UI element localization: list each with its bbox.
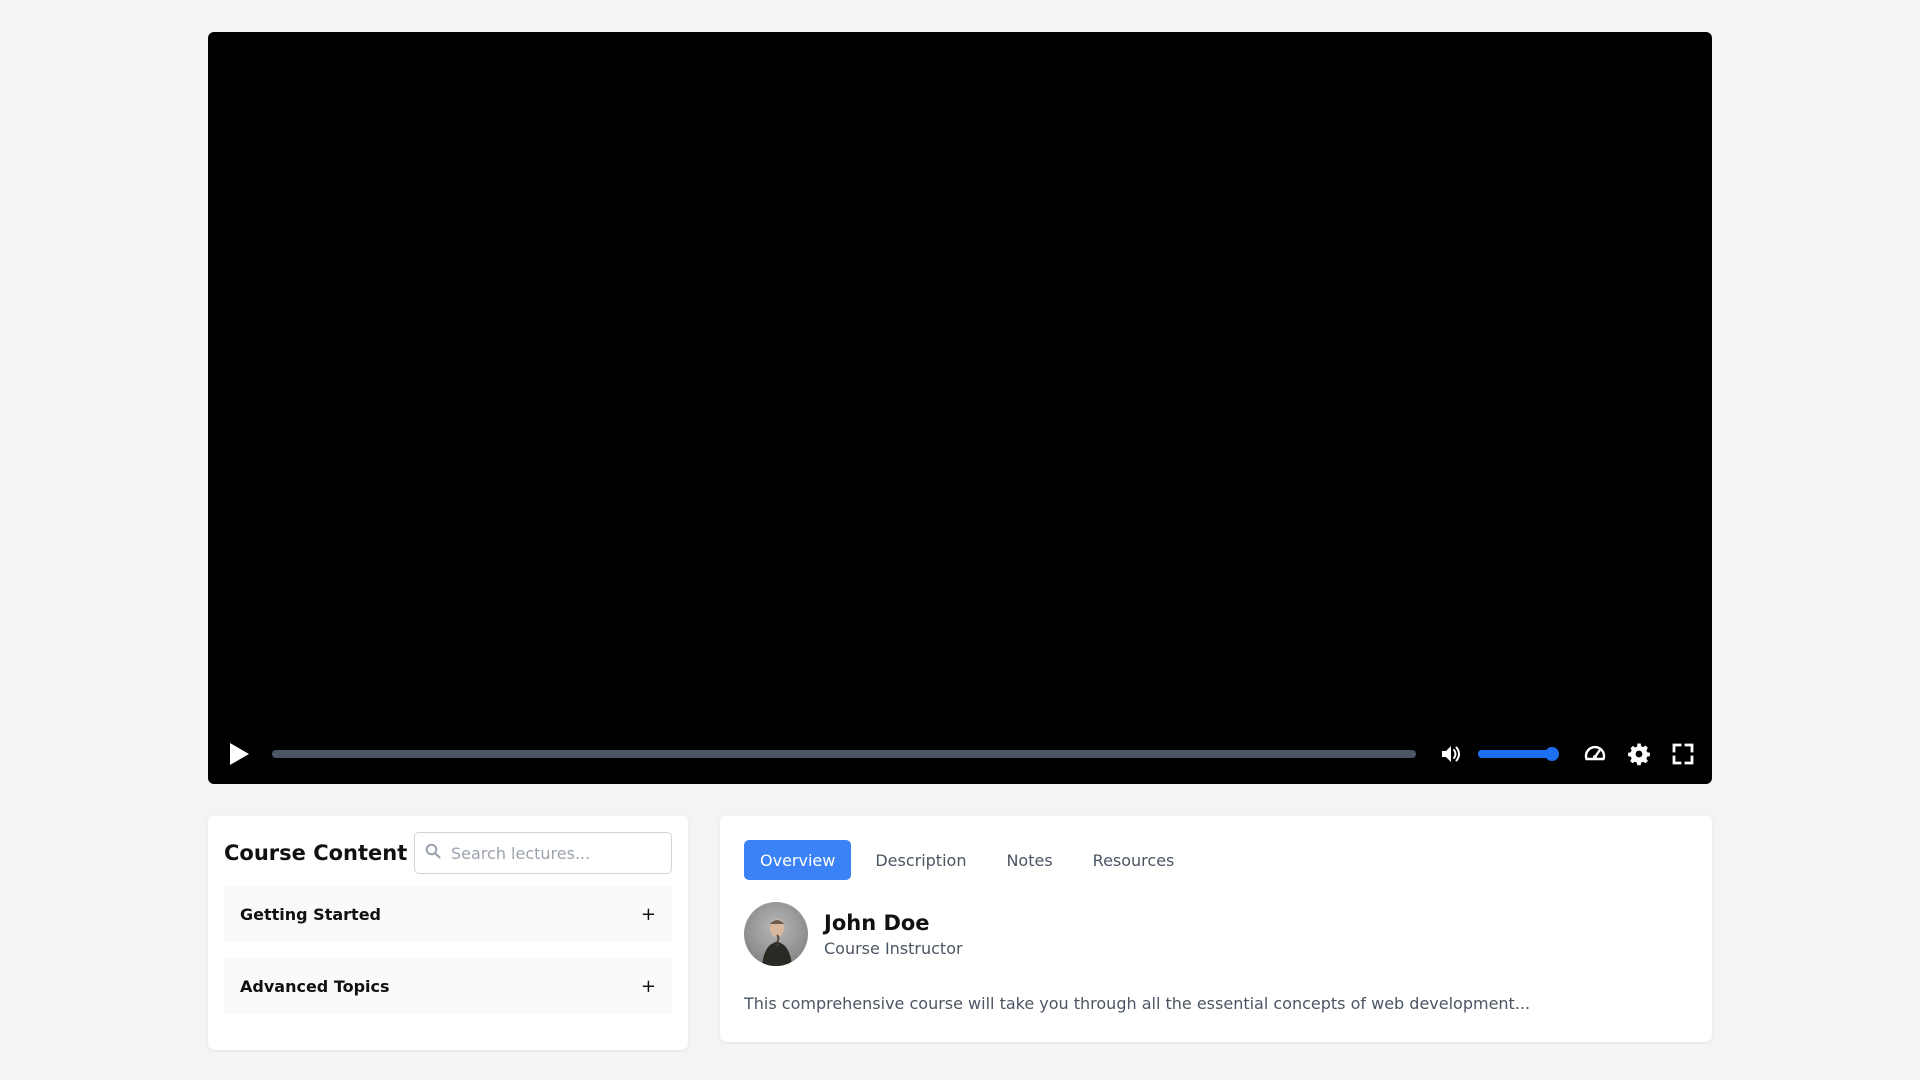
volume-slider-handle[interactable] [1545,747,1560,761]
course-details-panel: Overview Description Notes Resources Joh… [720,816,1712,1042]
search-input[interactable] [451,843,651,863]
expand-icon[interactable]: + [641,904,656,925]
progress-bar[interactable] [272,750,1416,758]
video-controls [208,724,1712,784]
course-content-header: Course Content [224,832,672,874]
course-description: This comprehensive course will take you … [744,994,1531,1013]
course-content-panel: Course Content Getting Started + Advance… [208,816,688,1050]
section-getting-started[interactable]: Getting Started + [224,886,672,942]
instructor-card: John Doe Course Instructor [744,902,1688,966]
volume-icon[interactable] [1436,739,1466,769]
volume-slider[interactable] [1478,747,1560,761]
tab-bar: Overview Description Notes Resources [744,840,1688,880]
volume-fill [1478,750,1553,758]
search-icon [425,843,441,863]
avatar [744,902,808,966]
instructor-role: Course Instructor [824,938,963,958]
section-label: Getting Started [240,904,381,924]
section-label: Advanced Topics [240,976,390,996]
fullscreen-icon[interactable] [1668,739,1698,769]
course-content-title: Course Content [224,841,408,865]
instructor-info: John Doe Course Instructor [824,911,963,958]
gear-icon[interactable] [1624,739,1654,769]
section-advanced-topics[interactable]: Advanced Topics + [224,958,672,1014]
play-icon[interactable] [224,739,254,769]
speed-icon[interactable] [1580,739,1610,769]
tab-notes[interactable]: Notes [990,840,1068,880]
tab-overview[interactable]: Overview [744,840,852,880]
instructor-name: John Doe [824,910,930,935]
tab-description[interactable]: Description [859,840,982,880]
expand-icon[interactable]: + [641,976,656,997]
video-player[interactable] [208,32,1712,784]
search-box[interactable] [414,832,672,874]
tab-resources[interactable]: Resources [1077,840,1191,880]
